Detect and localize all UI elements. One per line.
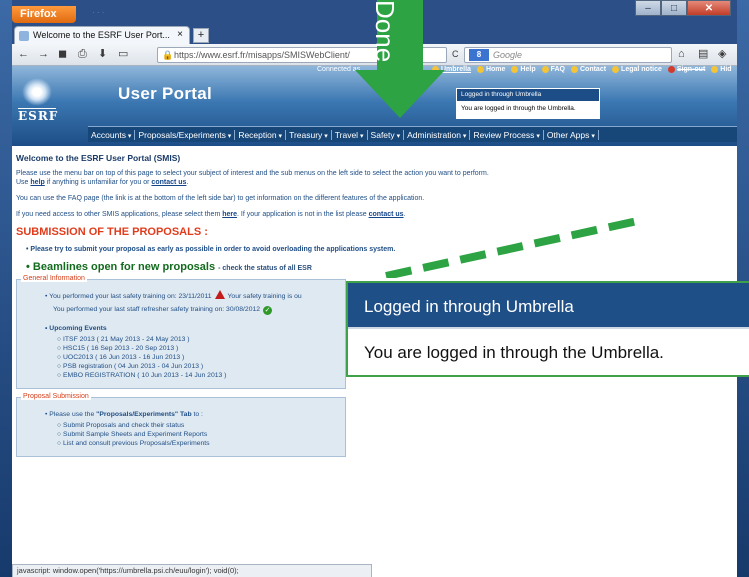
esrf-logo[interactable]: ESRF [18, 78, 57, 124]
window-controls: – □ ✕ [635, 0, 731, 18]
menu-administration[interactable]: Administration [404, 129, 471, 140]
forward-arrow-icon[interactable]: → [38, 48, 49, 61]
close-window-button[interactable]: ✕ [687, 0, 731, 16]
connected-as-text: Connected as [317, 66, 361, 73]
safety-training-line: • You performed your last safety trainin… [45, 290, 345, 303]
download-icon[interactable]: ⬇ [98, 48, 107, 61]
menu-travel[interactable]: Travel [332, 129, 368, 140]
menu-safety[interactable]: Safety [368, 129, 405, 140]
sign-out-icon [667, 66, 675, 73]
window-icon[interactable]: ▭ [118, 48, 128, 61]
lock-icon: 🔒 [162, 50, 174, 60]
zoom-body: You are logged in through the Umbrella. [364, 343, 664, 362]
faq-link[interactable]: FAQ [541, 66, 565, 73]
zoom-heading: Logged in through Umbrella [348, 283, 749, 329]
general-information-box: General Information • You performed your… [16, 275, 346, 389]
intro-paragraph-1: Please use the menu bar on top of this p… [16, 170, 489, 186]
main-menu: Accounts Proposals/Experiments Reception… [88, 126, 737, 142]
legal-notice-link[interactable]: Legal notice [612, 66, 662, 73]
proposal-submission-box: Proposal Submission • Please use the "Pr… [16, 393, 346, 457]
hide-link[interactable]: Hid [711, 66, 732, 73]
legal-icon [612, 66, 620, 73]
proposal-submission-legend: Proposal Submission [21, 393, 91, 400]
upcoming-events-title: • Upcoming Events [45, 325, 107, 332]
proposal-intro: • Please use the "Proposals/Experiments"… [45, 411, 203, 418]
event-item[interactable]: ○ PSB registration ( 04 Jun 2013 - 04 Ju… [57, 362, 345, 371]
event-item[interactable]: ○ HSC15 ( 16 Sep 2013 - 20 Sep 2013 ) [57, 344, 345, 353]
bookmarks-icon[interactable]: ▤ [698, 48, 708, 61]
tooltip-heading: Logged in through Umbrella [457, 89, 599, 102]
checkmark-icon: ✓ [263, 306, 273, 315]
desktop-left-edge [0, 0, 12, 577]
new-tab-button[interactable]: + [193, 28, 209, 43]
home-tab-icon[interactable]: ◼ [58, 48, 67, 61]
status-bar: javascript: window.open('https://umbrell… [12, 564, 372, 577]
back-arrow-icon[interactable]: ← [18, 48, 29, 61]
reload-icon[interactable]: C [452, 48, 459, 61]
warning-icon [214, 290, 225, 299]
faq-icon [541, 66, 549, 73]
refresher-training-line: You performed your last staff refresher … [53, 306, 273, 315]
event-item[interactable]: ○ ITSF 2013 ( 21 May 2013 - 24 May 2013 … [57, 335, 345, 344]
contact-icon [570, 66, 578, 73]
url-text: https://www.esrf.fr/misapps/SMISWebClien… [174, 50, 350, 60]
contact-us-link[interactable]: contact us [151, 179, 186, 186]
search-box[interactable]: 8 Google [464, 47, 672, 63]
help-link-inline[interactable]: help [30, 179, 44, 186]
home-link[interactable]: Home [476, 66, 505, 73]
menu-review-process[interactable]: Review Process [470, 129, 544, 140]
minimize-button[interactable]: – [635, 0, 661, 16]
contact-link[interactable]: Contact [570, 66, 606, 73]
maximize-button[interactable]: □ [661, 0, 687, 16]
esrf-sun-icon [22, 78, 52, 106]
addons-icon[interactable]: ◈ [718, 48, 726, 61]
umbrella-tooltip: Logged in through Umbrella You are logge… [456, 88, 600, 119]
welcome-heading: Welcome to the ESRF User Portal (SMIS) [16, 153, 181, 163]
dashed-pointer-line [385, 218, 643, 278]
menu-proposals[interactable]: Proposals/Experiments [135, 129, 236, 140]
menu-reception[interactable]: Reception [235, 129, 287, 140]
close-tab-icon[interactable]: × [177, 29, 183, 40]
tab-title: Welcome to the ESRF User Port... [33, 30, 170, 40]
home-link-icon [476, 66, 484, 73]
menu-accounts[interactable]: Accounts [88, 129, 136, 140]
hide-icon [711, 66, 719, 73]
here-link[interactable]: here [222, 211, 237, 218]
menu-other-apps[interactable]: Other Apps [544, 129, 599, 140]
blurred-titlebar-text: · · · [92, 8, 105, 17]
tab-esrf-portal[interactable]: Welcome to the ESRF User Port... × [14, 26, 190, 44]
favicon-icon [19, 31, 29, 41]
contact-us-link-2[interactable]: contact us [369, 211, 404, 218]
google-icon: 8 [469, 49, 489, 61]
firefox-menu-button[interactable]: Firefox [12, 6, 76, 23]
help-icon [511, 66, 519, 73]
proposal-item: ○ List and consult previous Proposals/Ex… [57, 440, 210, 447]
proposal-item: ○ Submit Proposals and check their statu… [57, 422, 185, 429]
menu-treasury[interactable]: Treasury [286, 129, 332, 140]
home-icon[interactable]: ⌂ [678, 48, 685, 61]
event-item[interactable]: ○ EMBO REGISTRATION ( 10 Jun 2013 - 14 J… [57, 371, 345, 380]
sign-out-link[interactable]: Sign-out [667, 66, 705, 73]
intro-paragraph-2: You can use the FAQ page (the link is at… [16, 195, 425, 202]
proposal-item: ○ Submit Sample Sheets and Experiment Re… [57, 431, 208, 438]
zoomed-umbrella-popup: Logged in through Umbrella You are logge… [346, 281, 749, 377]
search-placeholder: Google [493, 50, 523, 60]
done-label: Done [370, 0, 400, 63]
top-links: Umbrella Home Help FAQ Contact Legal not… [432, 66, 732, 73]
general-information-legend: General Information [21, 275, 87, 282]
print-icon[interactable]: ⎙ [78, 48, 87, 61]
page-title: User Portal [118, 84, 213, 103]
help-link[interactable]: Help [511, 66, 536, 73]
tooltip-body: You are logged in through the Umbrella. [457, 102, 599, 118]
event-item[interactable]: ○ UOC2013 ( 16 Jun 2013 - 16 Jun 2013 ) [57, 353, 345, 362]
